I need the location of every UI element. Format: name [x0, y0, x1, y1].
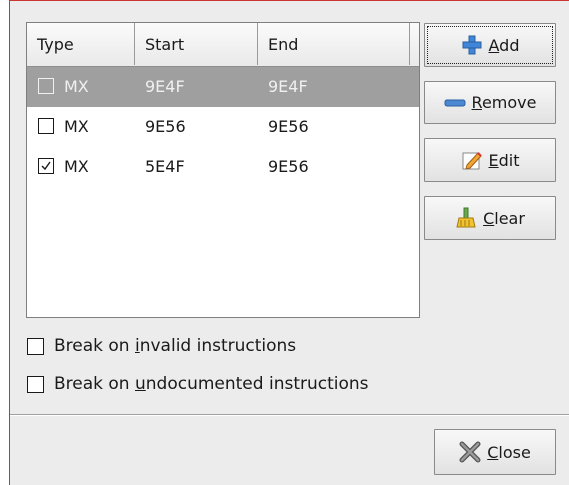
- break-invalid-label: Break on invalid instructions: [54, 336, 297, 356]
- check-icon: [41, 161, 51, 171]
- row-end: 9E4F: [268, 77, 308, 96]
- row-start: 5E4F: [145, 157, 185, 176]
- break-invalid-option[interactable]: Break on invalid instructions: [27, 334, 296, 358]
- breakpoint-list[interactable]: Type Start End MX 9E4F 9E4F MX 9E56 9E56…: [26, 22, 420, 318]
- table-row[interactable]: MX 9E4F 9E4F: [27, 67, 419, 107]
- row-start: 9E56: [145, 117, 186, 136]
- row-type: MX: [64, 77, 89, 96]
- table-row[interactable]: MX 5E4F 9E56: [27, 147, 419, 187]
- edit-label: Edit: [488, 150, 520, 170]
- edit-button[interactable]: Edit: [424, 138, 556, 182]
- broom-icon: [455, 207, 477, 229]
- break-invalid-checkbox[interactable]: [27, 337, 44, 355]
- column-header-start[interactable]: Start: [135, 23, 258, 65]
- row-end: 9E56: [268, 117, 309, 136]
- clear-button[interactable]: Clear: [424, 196, 556, 240]
- pencil-icon: [461, 149, 483, 171]
- row-enable-checkbox[interactable]: [38, 158, 54, 174]
- break-undocumented-label: Break on undocumented instructions: [54, 374, 369, 394]
- list-header: Type Start End: [27, 23, 419, 67]
- remove-label: Remove: [471, 93, 537, 112]
- clear-label: Clear: [483, 208, 525, 228]
- row-type: MX: [64, 117, 89, 136]
- row-type: MX: [64, 157, 89, 176]
- break-undocumented-checkbox[interactable]: [27, 375, 44, 393]
- row-end: 9E56: [268, 157, 309, 176]
- close-button[interactable]: Close: [434, 429, 556, 475]
- row-enable-checkbox[interactable]: [38, 118, 54, 134]
- table-row[interactable]: MX 9E56 9E56: [27, 107, 419, 147]
- close-icon: [459, 441, 481, 463]
- remove-button[interactable]: Remove: [424, 81, 556, 124]
- add-label: Add: [488, 35, 520, 55]
- separator: [10, 414, 569, 416]
- row-start: 9E4F: [145, 77, 185, 96]
- column-header-end[interactable]: End: [258, 23, 410, 65]
- column-header-type[interactable]: Type: [27, 23, 135, 65]
- row-enable-checkbox[interactable]: [38, 78, 54, 94]
- add-button[interactable]: Add: [424, 23, 556, 67]
- break-undocumented-option[interactable]: Break on undocumented instructions: [27, 372, 369, 396]
- close-label: Close: [487, 442, 531, 462]
- minus-icon: [444, 92, 466, 114]
- breakpoints-dialog: Type Start End MX 9E4F 9E4F MX 9E56 9E56…: [9, 0, 569, 485]
- plus-icon: [461, 34, 483, 56]
